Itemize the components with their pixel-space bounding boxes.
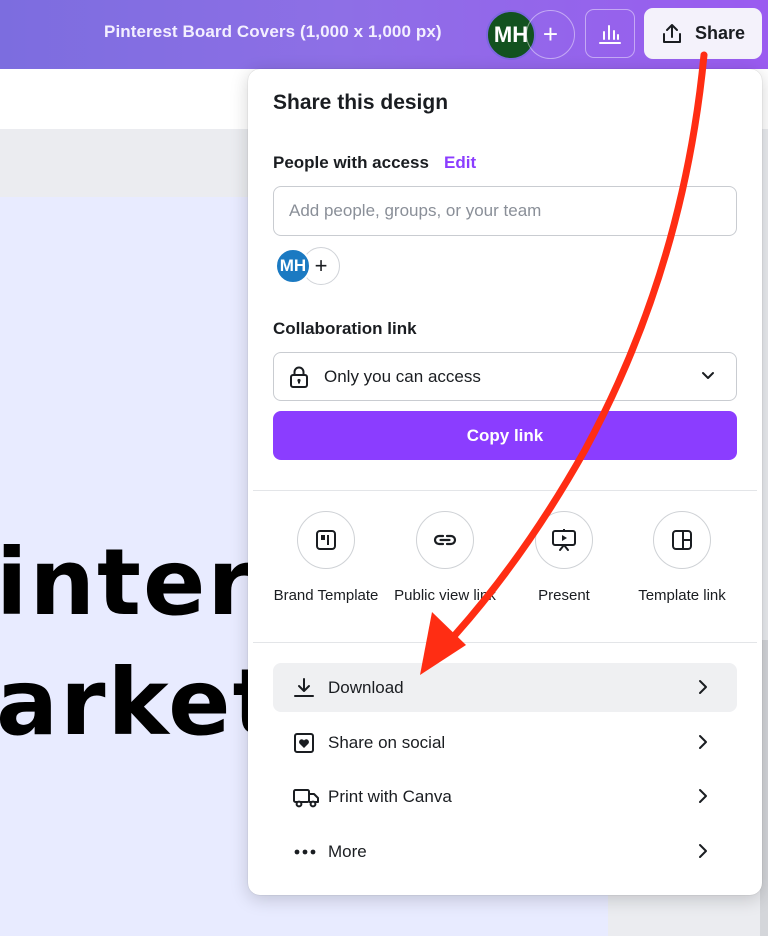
- template-link-button[interactable]: [653, 511, 711, 569]
- chevron-right-icon: [699, 789, 707, 803]
- download-label: Download: [328, 677, 404, 697]
- more-label: More: [328, 841, 367, 861]
- chevron-right-icon: [699, 680, 707, 694]
- download-row[interactable]: Download: [273, 663, 737, 712]
- share-upload-icon: [662, 23, 681, 43]
- chevron-right-icon: [699, 735, 707, 749]
- copy-link-button[interactable]: Copy link: [273, 411, 737, 460]
- brand-template-label: Brand Template: [273, 587, 379, 604]
- public-view-link-button[interactable]: [416, 511, 474, 569]
- print-with-canva-row[interactable]: Print with Canva: [273, 772, 737, 821]
- link-access-value: Only you can access: [324, 366, 481, 386]
- share-on-social-label: Share on social: [328, 732, 446, 752]
- insights-button[interactable]: [585, 9, 635, 58]
- people-with-access-label: People with access: [273, 153, 429, 172]
- collaboration-link-label: Collaboration link: [273, 319, 417, 338]
- template-link-label: Template link: [638, 587, 726, 604]
- link-icon: [433, 534, 457, 546]
- more-row[interactable]: More: [273, 827, 737, 876]
- share-on-social-row[interactable]: Share on social: [273, 718, 737, 767]
- add-collaborator-button[interactable]: +: [526, 10, 575, 59]
- lock-icon: [290, 366, 308, 388]
- share-panel: Share this design People with access Edi…: [248, 69, 762, 895]
- member-avatar[interactable]: MH: [275, 248, 311, 284]
- share-button[interactable]: Share: [644, 8, 762, 59]
- add-people-input[interactable]: [273, 186, 737, 236]
- print-with-canva-label: Print with Canva: [328, 786, 452, 806]
- present-option[interactable]: Present: [504, 511, 624, 605]
- divider: [253, 642, 757, 643]
- present-icon: [552, 529, 576, 551]
- chevron-down-icon: [702, 372, 714, 379]
- plus-icon: +: [314, 253, 328, 278]
- template-link-option[interactable]: Template link: [622, 511, 742, 605]
- template-link-icon: [672, 530, 692, 550]
- plus-icon: +: [542, 19, 559, 49]
- public-view-link-option[interactable]: Public view link: [385, 511, 505, 605]
- document-title[interactable]: Pinterest Board Covers (1,000 x 1,000 px…: [104, 22, 442, 42]
- insights-chart-icon: [599, 24, 621, 44]
- more-dots-icon: [294, 849, 316, 854]
- link-access-select[interactable]: Only you can access: [273, 352, 737, 401]
- divider: [253, 490, 757, 491]
- present-label: Present: [538, 587, 590, 604]
- present-button[interactable]: [535, 511, 593, 569]
- panel-title: Share this design: [273, 91, 449, 114]
- design-heading-line-2[interactable]: arket: [0, 649, 279, 756]
- brand-template-option[interactable]: Brand Template: [266, 511, 386, 605]
- chevron-right-icon: [699, 844, 707, 858]
- brand-template-icon: [316, 530, 336, 550]
- truck-icon: [293, 788, 319, 807]
- top-bar: Pinterest Board Covers (1,000 x 1,000 px…: [0, 0, 768, 69]
- public-view-link-label: Public view link: [394, 587, 496, 604]
- edit-access-link[interactable]: Edit: [444, 153, 476, 173]
- share-button-label: Share: [694, 23, 746, 43]
- brand-template-button[interactable]: [297, 511, 355, 569]
- download-icon: [294, 677, 314, 697]
- heart-icon: [294, 732, 314, 753]
